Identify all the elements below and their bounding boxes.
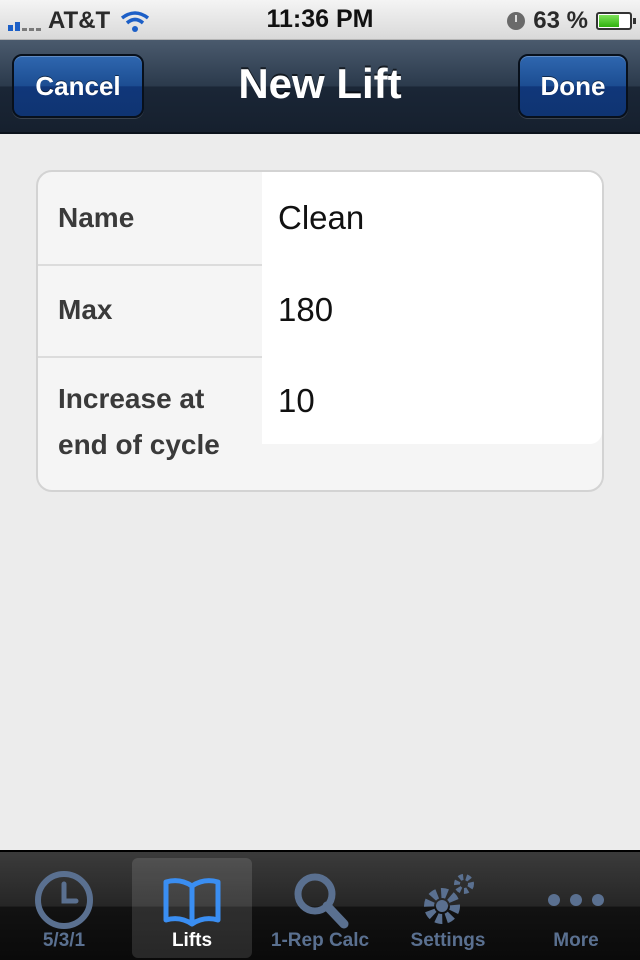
tab-1-rep-calc[interactable]: 1-Rep Calc	[260, 858, 380, 958]
status-right: 63 %	[507, 7, 636, 35]
name-row: Name Clean	[38, 172, 602, 266]
battery-percent: 63 %	[533, 7, 588, 34]
tab-531[interactable]: 5/3/1	[4, 858, 124, 958]
increase-label: Increase at end of cycle	[58, 383, 220, 460]
alarm-clock-icon	[507, 12, 526, 30]
book-icon	[163, 878, 221, 927]
tab-label: Lifts	[171, 930, 213, 951]
gears-icon	[424, 874, 474, 924]
tab-label: Settings	[410, 930, 486, 951]
tab-lifts[interactable]: Lifts	[132, 858, 252, 958]
tab-settings[interactable]: Settings	[388, 858, 508, 958]
clock-icon	[35, 871, 93, 929]
battery-icon	[596, 12, 636, 30]
increase-field[interactable]: 10	[262, 356, 602, 444]
name-label: Name	[58, 202, 135, 233]
max-field[interactable]: 180	[262, 264, 602, 356]
battery-fill	[599, 15, 620, 27]
lift-form: Name Clean Max 180 Increase at end of cy…	[36, 170, 604, 492]
done-button[interactable]: Done	[518, 54, 628, 118]
more-dots-icon	[548, 894, 604, 906]
tab-label: More	[553, 930, 599, 951]
max-label: Max	[58, 294, 113, 325]
name-field[interactable]: Clean	[262, 172, 602, 264]
tab-bar: 5/3/1 Lifts 1-Rep Calc Settings More	[0, 850, 640, 960]
navigation-bar: Cancel New Lift Done	[0, 40, 640, 134]
tab-label: 1-Rep Calc	[270, 930, 370, 951]
max-row: Max 180	[38, 264, 602, 358]
tab-more[interactable]: More	[516, 858, 636, 958]
tab-label: 5/3/1	[42, 930, 86, 951]
status-bar: AT&T 11:36 PM 63 %	[0, 0, 640, 40]
increase-row: Increase at end of cycle 10	[38, 356, 602, 490]
magnifier-icon	[294, 873, 349, 929]
